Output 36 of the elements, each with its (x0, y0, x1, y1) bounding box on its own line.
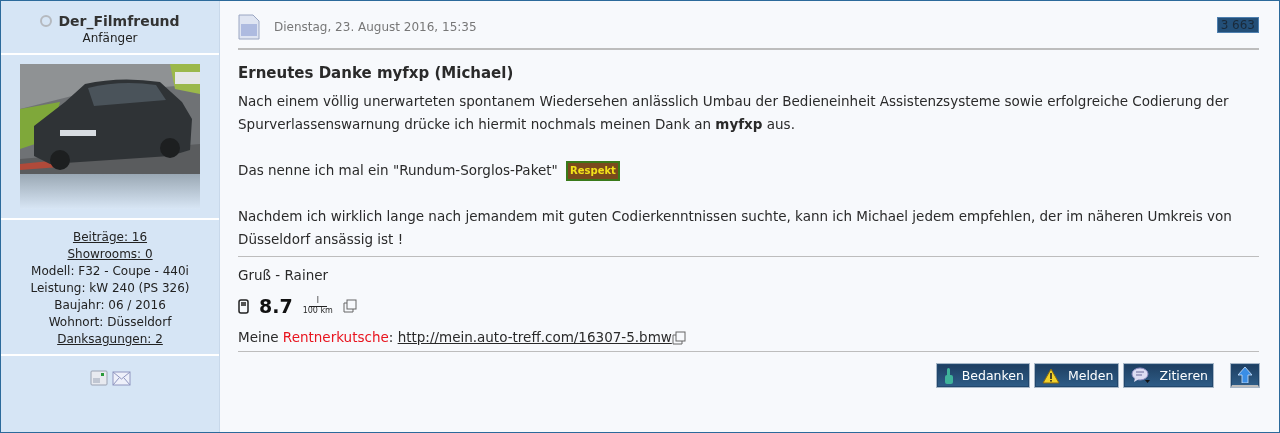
unit-label: 100 km (302, 307, 333, 315)
post-number: 3 663 (1216, 17, 1259, 33)
quote-button[interactable]: Zitieren (1124, 364, 1213, 387)
url-link[interactable]: http://mein.auto-treff.com/16307-5.bmw (397, 329, 672, 345)
stat-text: Modell: F32 - Coupe - 440i (31, 263, 189, 280)
post-title: Erneutes Danke myfxp (Michael) (238, 64, 515, 82)
signature-greeting: Gruß - Rainer (238, 267, 330, 283)
consumption-value: 8.7 (259, 295, 293, 317)
copy-icon[interactable] (342, 299, 357, 313)
stat-link[interactable]: Beiträge: 16 (72, 229, 148, 246)
warning-icon (1041, 367, 1060, 384)
stat-text: Baujahr: 06 / 2016 (54, 297, 166, 314)
profile-card-icon[interactable] (89, 370, 108, 386)
fuel-pump-icon (238, 298, 249, 314)
copy-icon[interactable] (671, 331, 686, 345)
scroll-top-button[interactable] (1231, 364, 1259, 387)
thumbs-up-icon (943, 367, 954, 384)
report-button[interactable]: Melden (1034, 364, 1119, 387)
signature-line: Meine Rentnerkutsche: http://mein.auto-treff.com/16307-5.bmw (238, 329, 1259, 345)
thanks-button[interactable]: Bedanken (936, 364, 1029, 387)
smiley-sign: Respekt (566, 161, 620, 181)
stat-text: Leistung: kW 240 (PS 326) (30, 280, 190, 297)
speech-bubble-icon (1131, 367, 1152, 384)
stat-link[interactable]: Danksagungen: 2 (57, 331, 163, 348)
username-link[interactable]: Der_Filmfreund (58, 13, 180, 29)
post-paragraph: Das nenne ich mal ein "Rundum-Sorglos-Paket" Respekt (238, 159, 1259, 182)
stat-text: Wohnort: Düsseldorf (48, 314, 172, 331)
unit-label: l (308, 297, 327, 307)
post-paragraph: Nachdem ich wirklich lange nach jemandem mit guten Codierkenntnissen suchte, kann ich Michael jedem empfehlen, der im näheren Umkreis von Düsseldorf ansässig ist ! (238, 207, 1233, 249)
up-arrow-icon (1238, 367, 1252, 383)
user-rank: Anfänger (82, 31, 138, 45)
post-date: Dienstag, 23. August 2016, 15:35 (274, 20, 478, 34)
stat-link[interactable]: Showrooms: 0 (67, 246, 153, 263)
document-icon (238, 14, 260, 40)
envelope-icon[interactable] (111, 370, 131, 386)
post-paragraph: Nach einem völlig unerwarteten spontanem Wiedersehen anlässlich Umbau der Bedieneinheit Assistenzsysteme sowie erfolgreiche Codierung der Spurverlassenswarnung drücke ich hiermit nochmals meinen Dank an myfxp aus. (238, 92, 1230, 134)
